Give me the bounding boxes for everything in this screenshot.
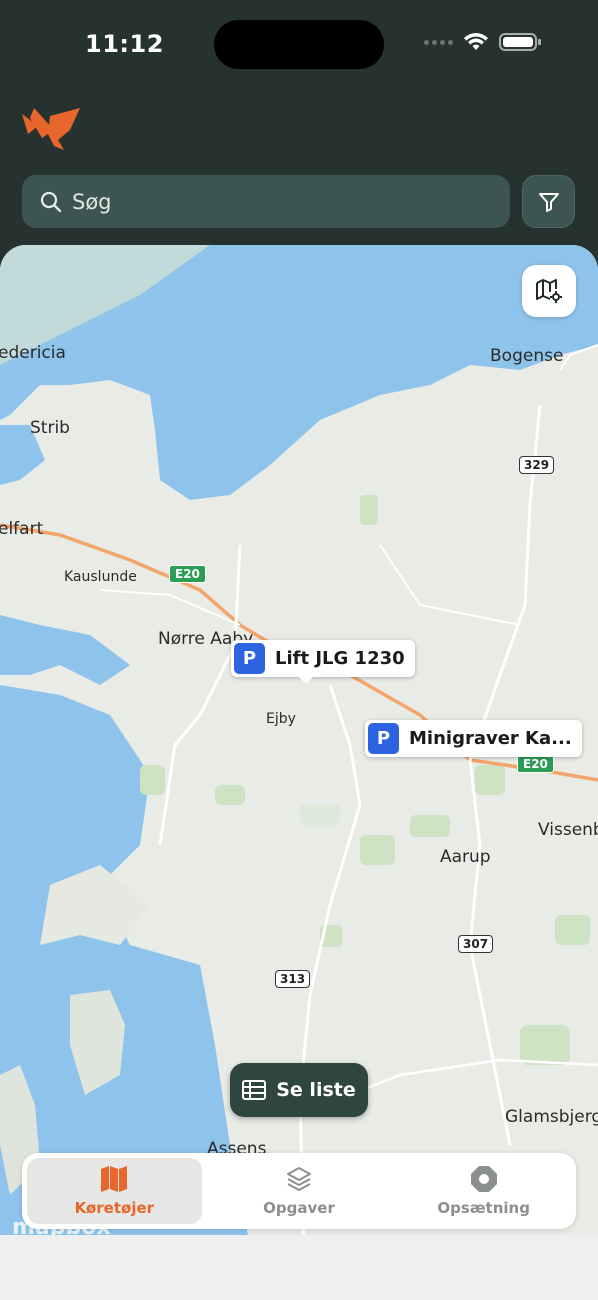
map-view[interactable]: edericia Strib elfart Kauslunde Nørre Aa… — [0, 245, 598, 1300]
place-label: Bogense — [490, 346, 564, 366]
road-number: 329 — [519, 456, 555, 474]
place-label: Ejby — [266, 711, 296, 727]
place-label: elfart — [0, 519, 44, 539]
place-label: Vissenb — [538, 820, 598, 840]
map-base — [0, 245, 598, 1300]
marker-label: Lift JLG 1230 — [275, 648, 405, 669]
search-input[interactable]: Søg — [22, 175, 510, 228]
status-icons — [424, 32, 543, 52]
euro-route-label: E20 — [169, 565, 206, 583]
euro-route-label: E20 — [517, 755, 554, 773]
map-settings-button[interactable] — [522, 265, 576, 317]
status-time: 11:12 — [85, 30, 164, 58]
search-icon — [40, 191, 62, 212]
tab-setup[interactable]: Opsætning — [396, 1158, 571, 1224]
tab-label: Køretøjer — [74, 1199, 155, 1217]
tab-label: Opgaver — [263, 1199, 335, 1217]
parking-badge: P — [368, 723, 399, 754]
filter-icon — [538, 192, 559, 212]
parking-badge: P — [234, 643, 265, 674]
show-list-button[interactable]: Se liste — [230, 1063, 368, 1117]
marker-pointer — [299, 677, 313, 684]
list-icon — [242, 1080, 267, 1100]
wifi-icon — [464, 33, 488, 50]
tab-bar: Køretøjer Opgaver Opsætning — [22, 1153, 576, 1229]
road-number: 307 — [458, 935, 494, 953]
settings-octagon-icon — [470, 1166, 497, 1192]
battery-icon — [499, 33, 541, 51]
bottom-area — [0, 1235, 598, 1300]
place-label: Aarup — [440, 847, 491, 867]
place-label: Kauslunde — [64, 569, 137, 585]
tab-label: Opsætning — [437, 1199, 530, 1217]
tab-tasks[interactable]: Opgaver — [212, 1158, 387, 1224]
filter-button[interactable] — [522, 175, 575, 228]
bird-logo-icon — [22, 108, 80, 150]
map-icon — [101, 1166, 128, 1192]
cellular-signal-icon — [424, 39, 453, 45]
map-settings-icon — [536, 279, 562, 303]
marker-label: Minigraver Ka... — [409, 728, 572, 749]
dynamic-island — [214, 20, 384, 69]
vehicle-marker[interactable]: P Lift JLG 1230 — [231, 640, 415, 684]
search-placeholder: Søg — [72, 189, 112, 214]
place-label: Strib — [30, 418, 70, 438]
layers-icon — [287, 1167, 311, 1191]
place-label: edericia — [0, 343, 66, 363]
vehicle-marker[interactable]: P Minigraver Ka... — [365, 720, 582, 757]
show-list-label: Se liste — [276, 1079, 356, 1101]
road-number: 313 — [275, 970, 311, 988]
place-label: Glamsbjerg — [505, 1107, 598, 1127]
tab-vehicles[interactable]: Køretøjer — [27, 1158, 202, 1224]
